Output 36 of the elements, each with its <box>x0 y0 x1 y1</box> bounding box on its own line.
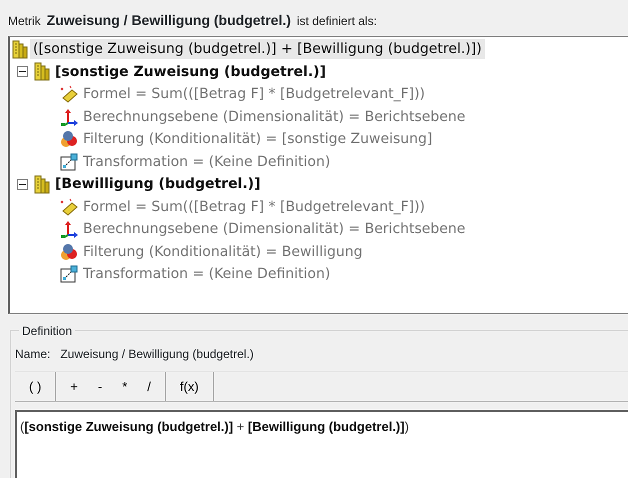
metric-label: Metrik <box>8 13 41 30</box>
tree-item[interactable]: Berechnungsebene (Dimensionalität) = Berichtsebene <box>80 219 468 240</box>
metric-icon <box>12 40 28 59</box>
tree-item[interactable]: [sonstige Zuweisung (budgetrel.)] <box>52 62 329 82</box>
tree-item[interactable]: Filterung (Konditionalität) = Bewilligung <box>80 242 366 262</box>
tree-item[interactable]: Filterung (Konditionalität) = [sonstige Zuweisung] <box>80 129 436 150</box>
tree-item[interactable]: Transformation = (Keine Definition) <box>80 264 334 284</box>
tree-item[interactable]: ([sonstige Zuweisung (budgetrel.)] + [Bewilligung (budgetrel.)]) <box>30 39 485 60</box>
formula-icon <box>60 198 78 216</box>
name-value: Zuweisung / Bewilligung (budgetrel.) <box>60 346 254 363</box>
filter-spheres-icon <box>60 130 78 148</box>
operator-button[interactable]: / <box>137 376 161 398</box>
tree-item[interactable]: Transformation = (Keine Definition) <box>80 152 334 172</box>
collapse-toggle[interactable] <box>17 178 28 190</box>
collapse-toggle[interactable] <box>17 66 28 78</box>
operator-button[interactable]: ( ) <box>19 376 52 398</box>
operator-button[interactable]: * <box>112 376 138 398</box>
tree-item[interactable]: Formel = Sum(([Betrag F] * [Budgetrelevant_F])) <box>80 196 428 217</box>
axes-icon <box>60 220 78 238</box>
operator-button[interactable]: - <box>88 376 112 398</box>
filter-spheres-icon <box>60 242 78 261</box>
metric-icon <box>34 62 50 82</box>
transform-icon <box>60 152 78 171</box>
tree-item[interactable]: Berechnungsebene (Dimensionalität) = Berichtsebene <box>80 106 468 127</box>
operator-button[interactable]: f(x) <box>170 376 209 398</box>
metric-name: Zuweisung / Bewilligung (budgetrel.) <box>46 11 291 30</box>
operator-button[interactable]: + <box>60 376 88 398</box>
expression-editor[interactable]: ([sonstige Zuweisung (budgetrel.)] + [Bewilligung (budgetrel.)]) <box>15 410 628 478</box>
tree-item[interactable]: [Bewilligung (budgetrel.)] <box>52 174 264 194</box>
name-label: Name: <box>15 346 50 363</box>
axes-icon <box>60 108 78 126</box>
transform-icon <box>60 265 78 284</box>
metric-icon <box>34 174 50 194</box>
formula-icon <box>60 85 78 104</box>
defined-as-label: ist definiert als: <box>296 13 377 30</box>
tree-item[interactable]: Formel = Sum(([Betrag F] * [Budgetrelevant_F])) <box>80 84 428 104</box>
